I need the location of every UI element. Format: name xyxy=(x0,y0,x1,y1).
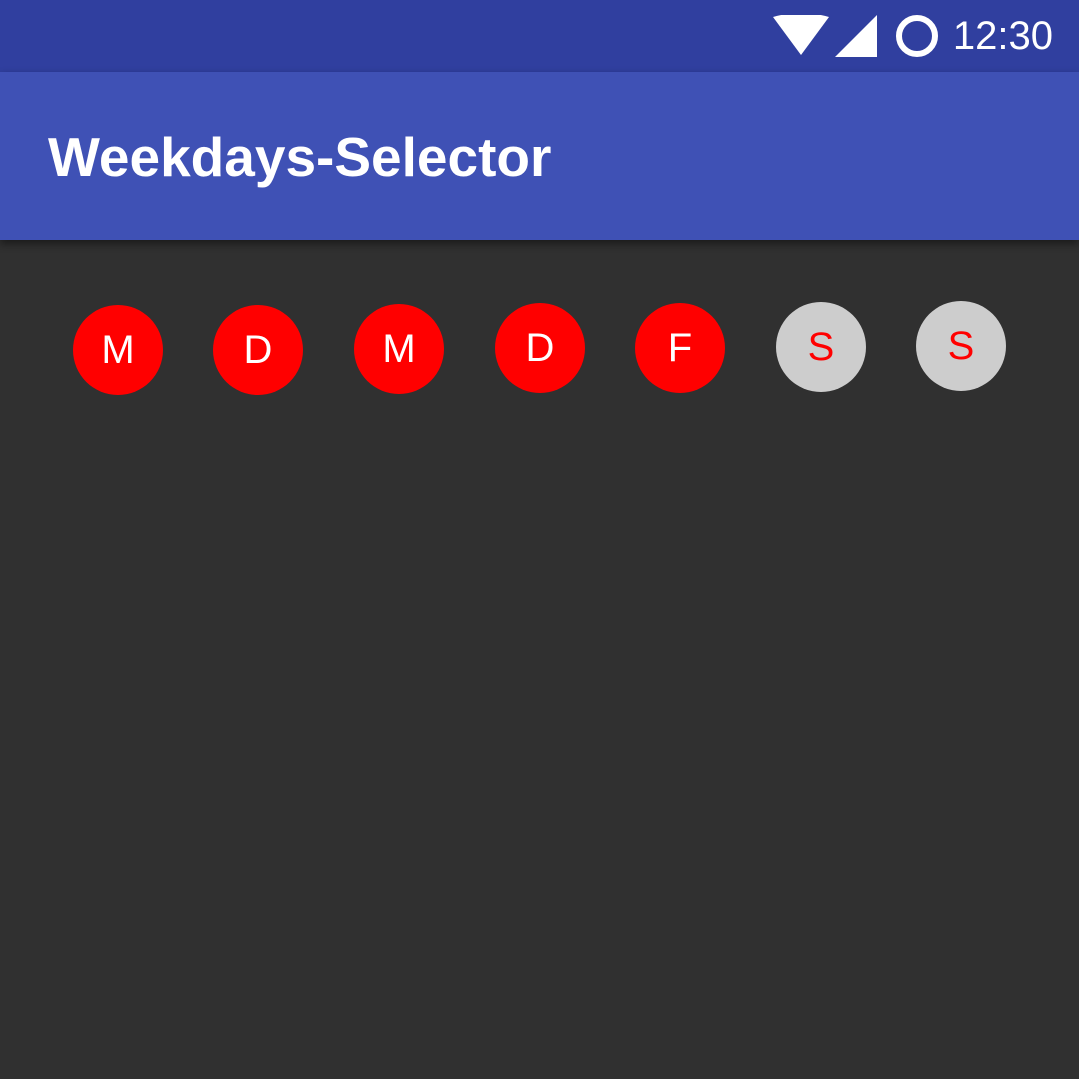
cell-signal-icon xyxy=(834,15,877,57)
day-button-sunday[interactable]: S xyxy=(916,301,1006,391)
screen: 12:30 Weekdays-Selector M D M D F S S xyxy=(0,0,1079,1079)
day-button-monday[interactable]: M xyxy=(73,305,163,395)
circle-icon xyxy=(895,15,938,57)
weekday-selector: M D M D F S S xyxy=(73,301,1007,395)
app-title: Weekdays-Selector xyxy=(48,126,552,188)
content-area: M D M D F S S xyxy=(0,240,1079,1079)
app-bar: Weekdays-Selector xyxy=(0,72,1079,240)
day-button-wednesday[interactable]: M xyxy=(354,304,444,394)
day-button-tuesday[interactable]: D xyxy=(213,305,303,395)
wifi-icon xyxy=(772,15,829,55)
status-icons: 12:30 xyxy=(772,0,1053,72)
status-time: 12:30 xyxy=(952,14,1053,58)
day-button-thursday[interactable]: D xyxy=(495,303,585,393)
day-button-friday[interactable]: F xyxy=(635,303,725,393)
status-bar: 12:30 xyxy=(0,0,1079,72)
day-button-saturday[interactable]: S xyxy=(776,302,866,392)
